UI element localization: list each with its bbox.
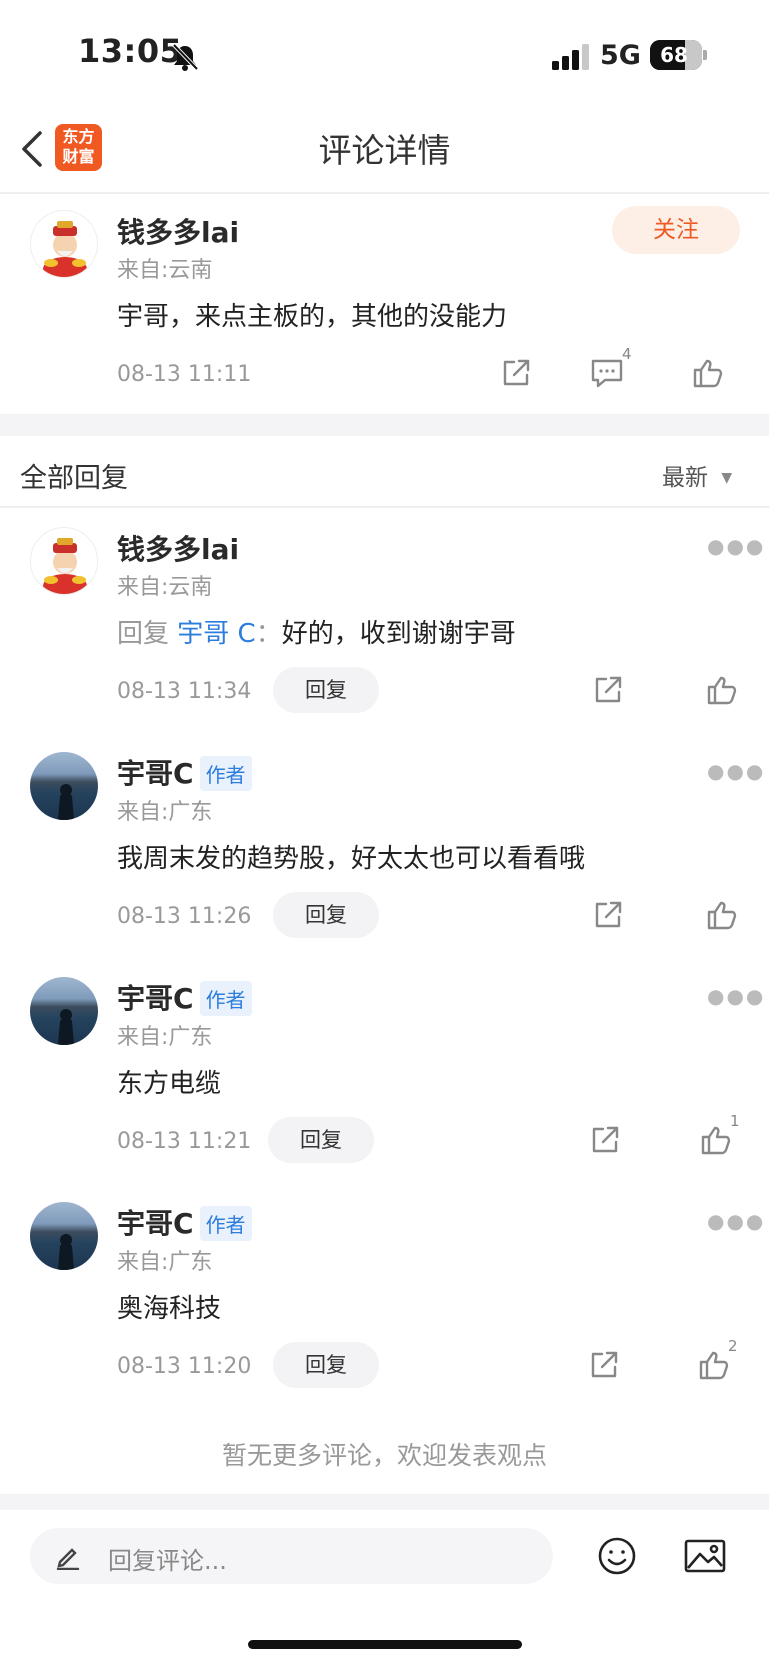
signal-icon: [552, 44, 590, 70]
reply-input-placeholder: 回复评论...: [108, 1547, 227, 1575]
reply-button[interactable]: 回复: [273, 1342, 379, 1388]
like-icon[interactable]: [698, 1349, 732, 1381]
battery-icon: 68: [650, 40, 702, 70]
reply-button[interactable]: 回复: [273, 667, 379, 713]
author-badge: 作者: [199, 1205, 252, 1241]
share-icon[interactable]: [592, 899, 624, 931]
reply-author-location: 来自:云南: [117, 575, 213, 600]
more-icon[interactable]: ●●●: [707, 534, 765, 558]
reply-time: 08-13 11:34: [117, 679, 252, 704]
reply-text: 奥海科技: [117, 1294, 222, 1324]
sort-label: 最新: [662, 465, 708, 491]
avatar[interactable]: [30, 210, 98, 278]
share-icon[interactable]: [500, 357, 532, 389]
like-count: 1: [730, 1112, 740, 1130]
reply-text: 我周末发的趋势股，好太太也可以看看哦: [117, 844, 586, 874]
reply-author-location: 来自:广东: [117, 1025, 213, 1050]
reply-button[interactable]: 回复: [268, 1117, 374, 1163]
reply-button[interactable]: 回复: [273, 892, 379, 938]
battery-level: 68: [660, 43, 688, 67]
reply-author-location: 来自:广东: [117, 1250, 213, 1275]
like-count: 2: [728, 1337, 738, 1355]
section-gap: [0, 414, 769, 436]
follow-button[interactable]: 关注: [612, 206, 740, 254]
home-indicator: [248, 1640, 522, 1649]
bottom-bar-separator: [0, 1494, 769, 1510]
emoji-icon[interactable]: [597, 1536, 637, 1576]
reply-time: 08-13 11:26: [117, 904, 252, 929]
more-icon[interactable]: ●●●: [707, 1209, 765, 1233]
reply-author-location: 来自:广东: [117, 800, 213, 825]
sort-dropdown[interactable]: 最新 ▼: [662, 458, 732, 492]
like-icon[interactable]: [700, 1124, 734, 1156]
pencil-icon: [54, 1542, 82, 1574]
share-icon[interactable]: [592, 674, 624, 706]
nav-divider: [0, 192, 769, 194]
reply-text-line: 回复 宇哥 C：好的，收到谢谢宇哥: [117, 613, 516, 650]
commenter-name[interactable]: 钱多多lai: [117, 211, 239, 251]
comment-time: 08-13 11:11: [117, 362, 252, 387]
share-icon[interactable]: [589, 1124, 621, 1156]
like-icon[interactable]: [692, 357, 726, 389]
no-more-comments: 暂无更多评论，欢迎发表观点: [221, 1441, 547, 1470]
comment-text: 宇哥，来点主板的，其他的没能力: [117, 302, 508, 332]
share-icon[interactable]: [588, 1349, 620, 1381]
reply-input[interactable]: 回复评论...: [30, 1528, 553, 1584]
reply-time: 08-13 11:20: [117, 1354, 252, 1379]
header-divider: [0, 506, 769, 508]
avatar[interactable]: [30, 527, 98, 595]
author-name-text: 宇哥C: [117, 757, 194, 790]
author-badge: 作者: [199, 755, 252, 791]
reply-target-link[interactable]: 宇哥 C: [177, 619, 255, 649]
author-badge: 作者: [199, 980, 252, 1016]
reply-text: 好的，收到谢谢宇哥: [281, 619, 516, 649]
author-name-text: 宇哥C: [117, 982, 194, 1015]
commenter-location: 来自:云南: [117, 258, 213, 283]
network-label: 5G: [600, 40, 641, 71]
avatar[interactable]: [30, 977, 98, 1045]
reply-separator: ：: [255, 619, 282, 649]
comment-icon[interactable]: [590, 357, 624, 389]
reply-time: 08-13 11:21: [117, 1129, 252, 1154]
battery-cap: [703, 50, 707, 60]
image-icon[interactable]: [684, 1538, 726, 1574]
reply-count-badge: 4: [622, 345, 632, 363]
reply-author-name[interactable]: 宇哥C 作者: [117, 1202, 252, 1243]
like-icon[interactable]: [706, 899, 740, 931]
more-icon[interactable]: ●●●: [707, 984, 765, 1008]
like-icon[interactable]: [706, 674, 740, 706]
author-name-text: 宇哥C: [117, 1207, 194, 1240]
reply-author-name[interactable]: 宇哥C 作者: [117, 752, 252, 793]
avatar[interactable]: [30, 1202, 98, 1270]
reply-text: 东方电缆: [117, 1069, 222, 1099]
page-title: 评论详情: [318, 131, 451, 170]
replies-title: 全部回复: [20, 463, 128, 494]
avatar[interactable]: [30, 752, 98, 820]
reply-prefix: 回复: [117, 619, 170, 649]
more-icon[interactable]: ●●●: [707, 759, 765, 783]
reply-author-name[interactable]: 钱多多lai: [117, 528, 239, 568]
reply-author-name[interactable]: 宇哥C 作者: [117, 977, 252, 1018]
bell-off-icon: [170, 42, 200, 72]
sort-caret-icon: ▼: [721, 470, 733, 486]
status-time: 13:05: [78, 32, 183, 70]
